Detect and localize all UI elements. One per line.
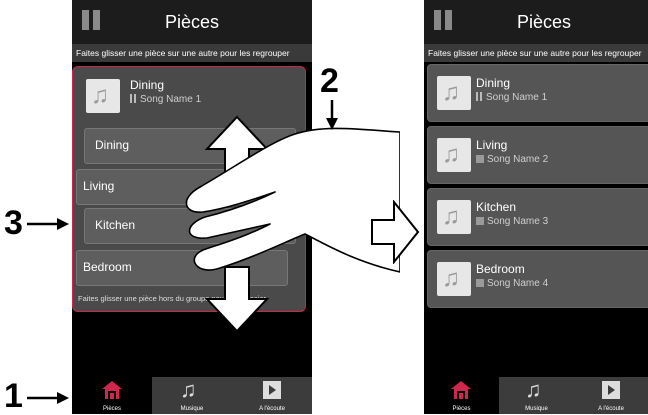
group-song: Song Name 1: [130, 94, 201, 105]
album-thumbnail: ♫: [437, 262, 471, 296]
hand-illustration-icon: [185, 127, 400, 273]
album-thumbnail: ♫: [437, 76, 471, 110]
play-icon: [263, 381, 281, 399]
room-song: Song Name 3: [476, 216, 548, 227]
stop-icon: [476, 279, 484, 287]
tab-musique[interactable]: ♫ Musique: [152, 377, 232, 414]
right-phone-screen: Pièces Faites glisser une pièce sur une …: [424, 0, 648, 414]
callout-3-arrow-icon: [27, 218, 69, 230]
room-song: Song Name 2: [476, 154, 548, 165]
tab-label: Pièces: [102, 406, 121, 412]
play-icon: [602, 381, 620, 399]
group-room-name: Dining: [130, 78, 165, 92]
tab-a-lecoute[interactable]: A l'écoute: [574, 377, 648, 414]
stop-icon: [476, 155, 484, 163]
tab-pieces[interactable]: Pièces: [424, 377, 499, 414]
music-note-icon: ♫: [442, 141, 460, 168]
tab-label: Musique: [180, 406, 204, 412]
pause-icon: [476, 92, 483, 101]
callout-2-arrow-icon: [326, 100, 338, 130]
music-note-icon: ♫: [442, 265, 460, 292]
callout-2: 2: [320, 62, 339, 100]
room-name: Kitchen: [476, 200, 517, 214]
room-card-living[interactable]: ♫ Living Song Name 2: [427, 126, 648, 184]
music-note-icon: ♫: [525, 377, 542, 402]
page-title: Pièces: [516, 12, 572, 32]
music-note-icon: ♫: [180, 377, 197, 402]
page-title: Pièces: [164, 12, 220, 32]
tab-musique[interactable]: ♫ Musique: [499, 377, 574, 414]
stop-icon: [476, 217, 484, 225]
house-icon: [451, 381, 471, 399]
album-thumbnail: ♫: [437, 138, 471, 172]
pause-icon: [130, 94, 137, 103]
drag-hint: Faites glisser une pièce sur une autre p…: [72, 44, 312, 62]
header-bar: Pièces: [72, 0, 312, 44]
tab-label: A l'écoute: [259, 406, 285, 412]
room-card-kitchen[interactable]: ♫ Kitchen Song Name 3: [427, 188, 648, 246]
room-song: Song Name 4: [476, 278, 548, 289]
callout-1: 1: [4, 377, 23, 415]
music-note-icon: ♫: [442, 79, 460, 106]
tab-label: Pièces: [452, 406, 471, 412]
room-name: Dining: [476, 76, 511, 90]
room-card-dining[interactable]: ♫ Dining Song Name 1: [427, 64, 648, 122]
callout-1-arrow-icon: [27, 392, 69, 404]
room-song: Song Name 1: [476, 92, 547, 103]
drag-hint: Faites glisser une pièce sur une autre p…: [424, 44, 648, 62]
header-bar: Pièces: [424, 0, 648, 44]
group-card[interactable]: ♫ Dining Song Name 1: [80, 70, 300, 118]
tab-label: A l'écoute: [598, 406, 624, 412]
album-thumbnail: ♫: [86, 79, 120, 113]
album-thumbnail: ♫: [437, 200, 471, 234]
room-name: Living: [476, 138, 508, 152]
room-card-bedroom[interactable]: ♫ Bedroom Song Name 4: [427, 250, 648, 308]
music-note-icon: ♫: [442, 203, 460, 230]
house-icon: [102, 381, 122, 399]
tab-pieces[interactable]: Pièces: [72, 377, 152, 414]
tab-a-lecoute[interactable]: A l'écoute: [232, 377, 312, 414]
transition-arrow-icon: [371, 200, 420, 264]
tab-label: Musique: [525, 406, 548, 412]
callout-3: 3: [4, 204, 23, 242]
music-note-icon: ♫: [91, 82, 109, 109]
room-name: Bedroom: [476, 262, 525, 276]
